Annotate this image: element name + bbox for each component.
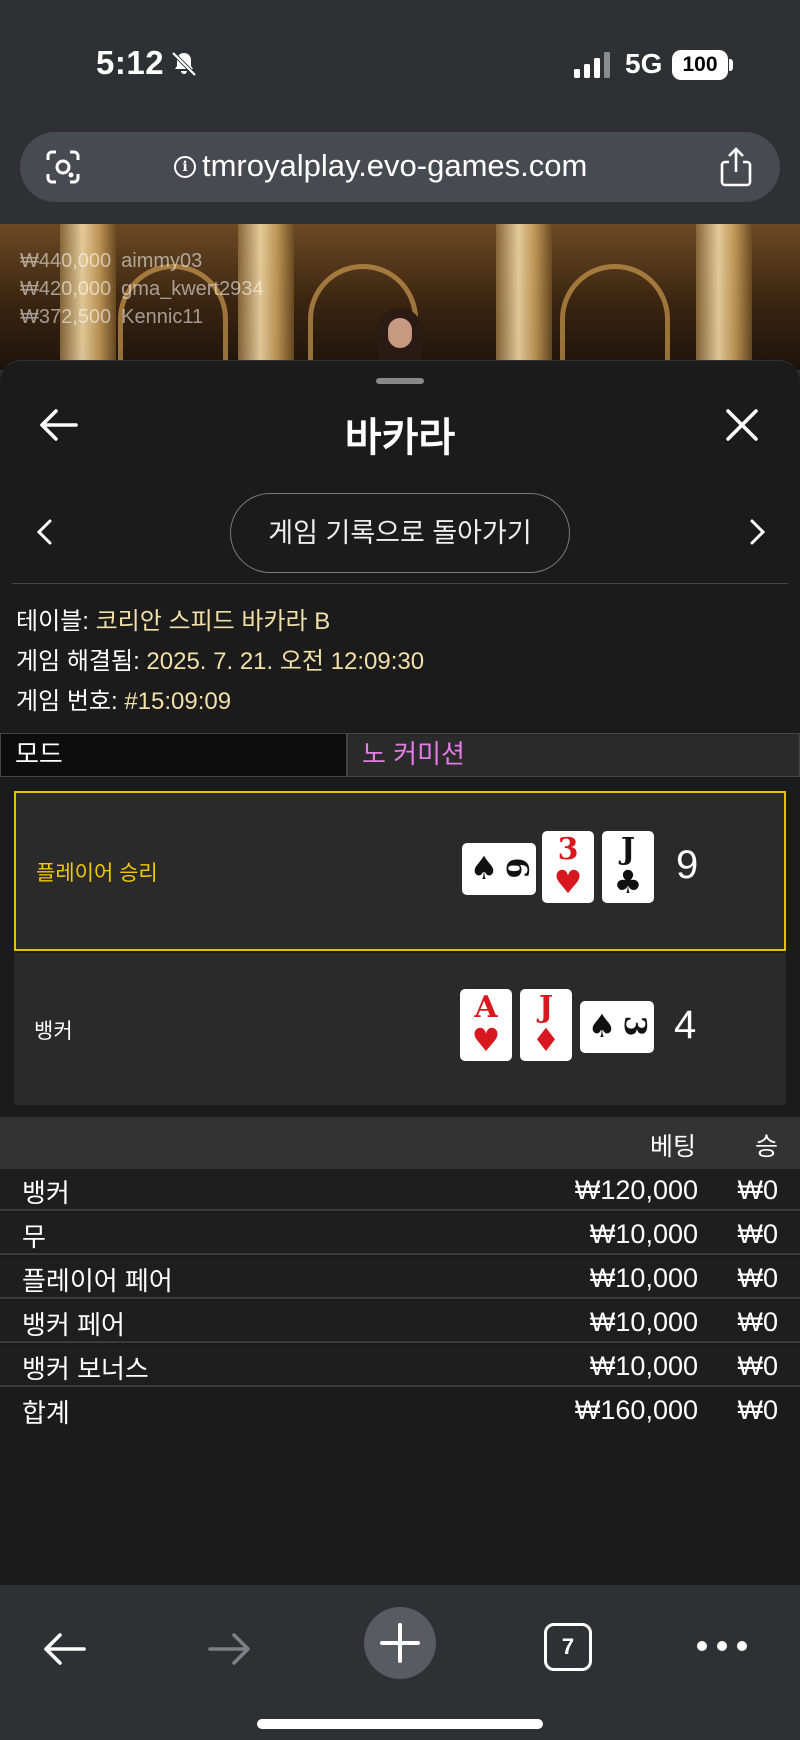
bet-row: 뱅커 보너스 ₩10,000 ₩0 <box>0 1345 800 1387</box>
winner-row: ₩372,500 Kennic11 <box>20 306 204 328</box>
sheet-drag-handle[interactable] <box>376 378 424 384</box>
mode-row: 모드 노 커미션 <box>0 733 800 777</box>
battery-level: 100 <box>672 50 728 80</box>
url-text[interactable]: tmroyalplay.evo-games.com <box>202 148 587 184</box>
banker-score: 4 <box>674 1003 697 1047</box>
resolved-info: 게임 해결됨: 2025. 7. 21. 오전 12:09:30 <box>16 648 425 675</box>
signal-icon <box>574 52 610 78</box>
player-hand-label: 플레이어 승리 <box>36 862 158 885</box>
share-icon[interactable] <box>716 146 756 188</box>
sheet-title: 바카라 <box>344 416 456 460</box>
bet-total-row: 합계 ₩160,000 ₩0 <box>0 1389 800 1431</box>
playing-card: 3 ♠ <box>580 1001 654 1053</box>
screen: 5:12 5G 100 i tmroyalplay.evo-games.com <box>0 0 800 1740</box>
mode-value: 노 커미션 <box>347 733 800 777</box>
home-indicator[interactable] <box>257 1719 543 1729</box>
player-hand: 플레이어 승리 6 ♠ 3 ♥ J ♣ 9 <box>14 791 786 951</box>
network-label: 5G <box>625 48 663 79</box>
chevron-left-icon[interactable] <box>34 517 54 547</box>
playing-card: 3 ♥ <box>542 831 594 903</box>
more-icon[interactable] <box>696 1631 748 1661</box>
forward-arrow-icon[interactable] <box>206 1625 254 1673</box>
lens-icon[interactable] <box>44 148 82 186</box>
history-sheet: 바카라 게임 기록으로 돌아가기 테이블: 코리안 스피드 바카라 B 게임 해… <box>0 360 800 1585</box>
info-icon[interactable]: i <box>174 156 196 178</box>
playing-card: J ♣ <box>602 831 654 903</box>
bet-row: 뱅커 ₩120,000 ₩0 <box>0 1169 800 1211</box>
battery-tip <box>729 59 733 71</box>
address-bar[interactable]: i tmroyalplay.evo-games.com <box>20 132 780 202</box>
status-time: 5:12 <box>96 44 165 81</box>
playing-card: J ♦ <box>520 989 572 1061</box>
close-icon[interactable] <box>724 407 760 443</box>
winner-row: ₩440,000 aimmy03 <box>20 250 203 272</box>
divider <box>12 583 788 584</box>
mode-label: 모드 <box>0 733 347 777</box>
tabs-button[interactable]: 7 <box>544 1623 592 1671</box>
banker-hand: 뱅커 A ♥ J ♦ 3 ♠ 4 <box>14 953 786 1105</box>
chevron-right-icon[interactable] <box>748 517 768 547</box>
bet-row: 플레이어 페어 ₩10,000 ₩0 <box>0 1257 800 1299</box>
column-header-win: 승 <box>754 1133 778 1161</box>
return-to-history-button[interactable]: 게임 기록으로 돌아가기 <box>230 493 570 573</box>
video-pillar <box>696 224 752 370</box>
column-header-bet: 베팅 <box>649 1133 696 1161</box>
video-pillar <box>496 224 552 370</box>
player-score: 9 <box>676 843 699 887</box>
winner-row: ₩420,000 gma_kwert2934 <box>20 278 264 300</box>
plus-icon <box>380 1623 420 1663</box>
game-number-info: 게임 번호: #15:09:09 <box>16 688 232 715</box>
live-video: ₩440,000 aimmy03 ₩420,000 gma_kwert2934 ₩3… <box>0 224 800 370</box>
playing-card: A ♥ <box>460 989 512 1061</box>
bet-row: 무 ₩10,000 ₩0 <box>0 1213 800 1255</box>
table-info: 테이블: 코리안 스피드 바카라 B <box>16 608 331 635</box>
browser-toolbar: 7 <box>0 1585 800 1740</box>
bet-row: 뱅커 페어 ₩10,000 ₩0 <box>0 1301 800 1343</box>
bets-table-header: 베팅 승 <box>0 1117 800 1169</box>
browser-chrome: 5:12 5G 100 i tmroyalplay.evo-games.com <box>0 0 800 224</box>
new-tab-button[interactable] <box>364 1607 436 1679</box>
banker-hand-label: 뱅커 <box>34 1020 73 1043</box>
dealer-face <box>388 318 412 348</box>
back-arrow-icon[interactable] <box>40 1625 88 1673</box>
playing-card: 6 ♠ <box>462 843 536 895</box>
bell-slash-icon <box>171 51 197 77</box>
video-arch <box>560 264 670 370</box>
